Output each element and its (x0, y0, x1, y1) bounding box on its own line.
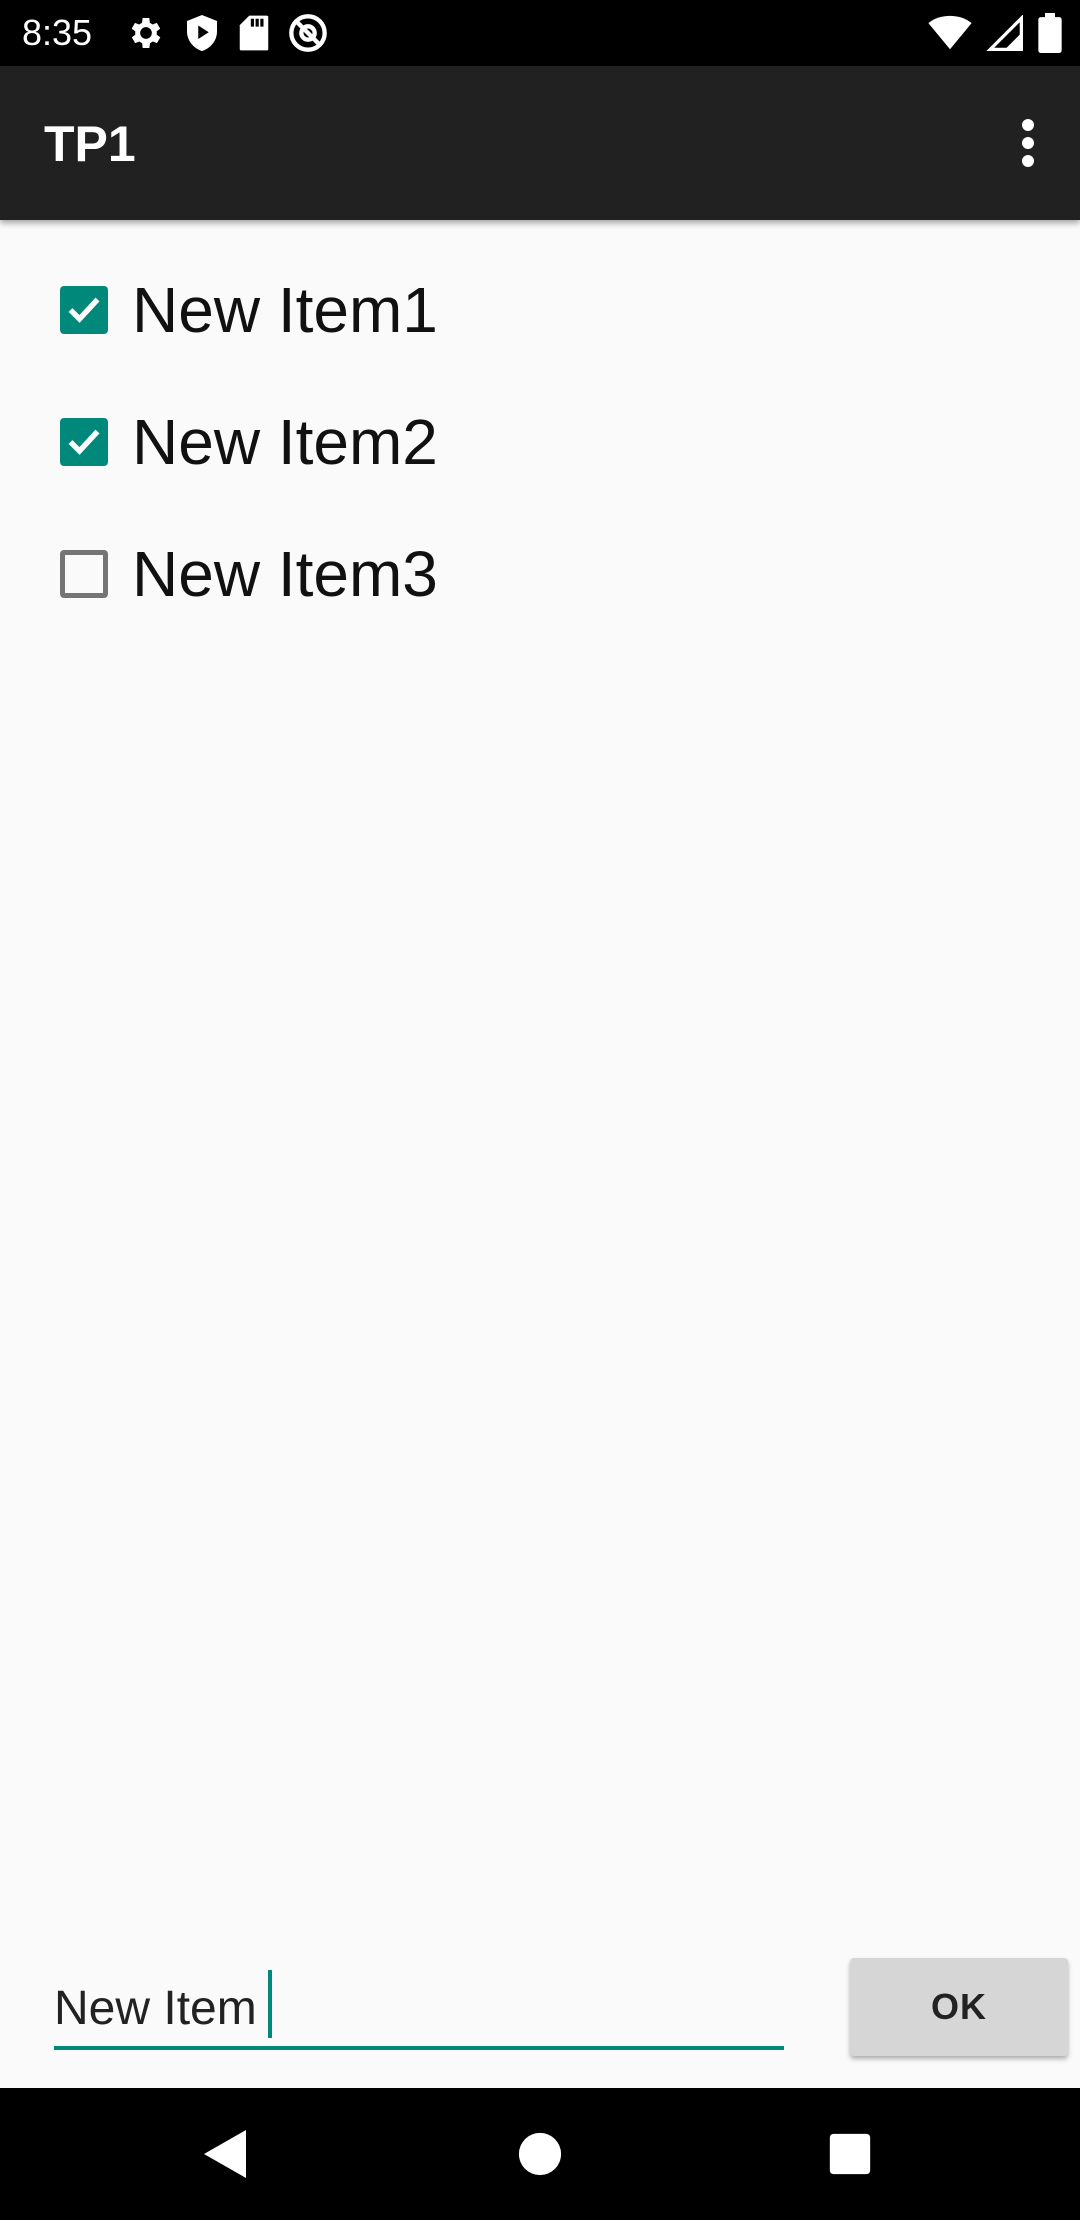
gear-icon (126, 13, 166, 53)
recents-icon (829, 2133, 871, 2175)
overflow-menu-button[interactable] (998, 110, 1058, 180)
text-cursor (268, 1970, 272, 2038)
checkmark-icon (68, 429, 100, 455)
checkbox-checked[interactable] (60, 286, 108, 334)
new-item-input[interactable] (54, 1970, 784, 2050)
checkbox-unchecked[interactable] (60, 550, 108, 598)
ok-button[interactable]: OK (850, 1958, 1068, 2056)
cell-signal-icon (986, 15, 1024, 51)
back-icon (204, 2130, 246, 2178)
list-item[interactable]: New Item3 (0, 508, 1080, 640)
recents-button[interactable] (820, 2124, 880, 2184)
home-button[interactable] (510, 2124, 570, 2184)
list-item[interactable]: New Item1 (0, 244, 1080, 376)
sd-card-icon (238, 14, 270, 52)
at-sign-icon (288, 13, 328, 53)
back-button[interactable] (196, 2124, 256, 2184)
shield-play-icon (184, 13, 220, 53)
home-icon (518, 2132, 562, 2176)
status-icons-right (928, 12, 1062, 54)
list-item[interactable]: New Item2 (0, 376, 1080, 508)
status-bar: 8:35 (0, 0, 1080, 66)
wifi-icon (928, 15, 972, 51)
checkmark-icon (68, 297, 100, 323)
status-time: 8:35 (22, 12, 93, 53)
status-icons-left (126, 12, 328, 54)
app-bar: TP1 (0, 66, 1080, 220)
list-item-label: New Item3 (132, 538, 438, 610)
item-list: New Item1 New Item2 New Item3 (0, 244, 1080, 640)
nav-bar (0, 2088, 1080, 2220)
app-title: TP1 (44, 116, 136, 172)
checkbox-checked[interactable] (60, 418, 108, 466)
input-row: OK (0, 1950, 1080, 2082)
list-item-label: New Item2 (132, 406, 438, 478)
overflow-menu-icon (1020, 118, 1036, 173)
list-item-label: New Item1 (132, 274, 438, 346)
battery-icon (1038, 13, 1062, 53)
